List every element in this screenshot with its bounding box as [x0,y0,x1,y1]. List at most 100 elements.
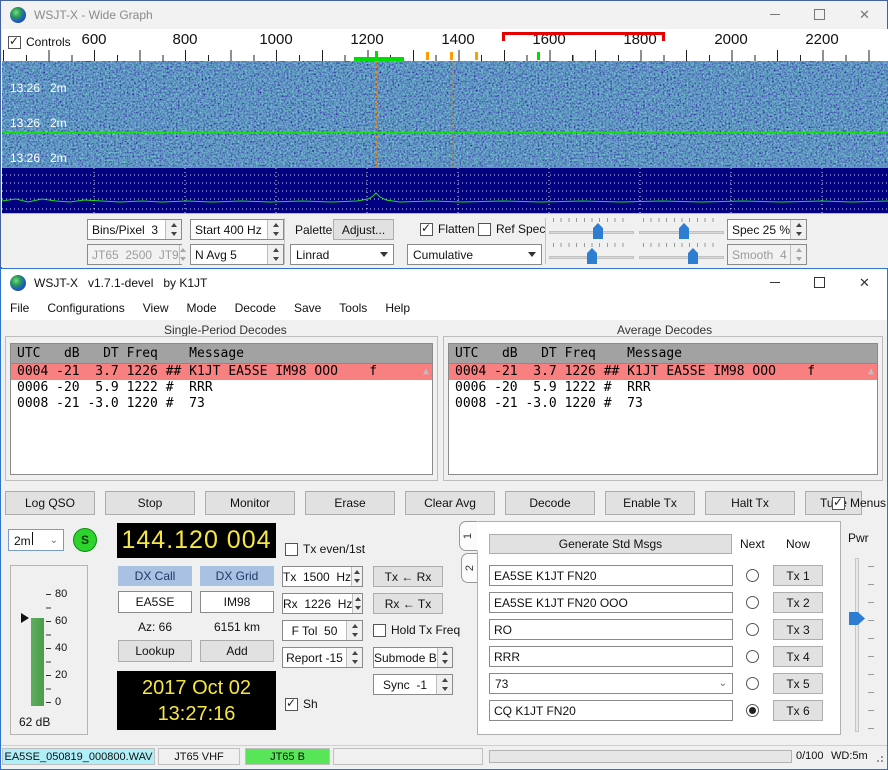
adjust-button[interactable]: Adjust... [333,219,394,240]
generate-std-msgs-button[interactable]: Generate Std Msgs [489,534,732,554]
gain-slider-1[interactable] [549,218,634,240]
menus-checkbox[interactable]: Menus [832,496,886,510]
maximize-button[interactable] [797,269,842,296]
close-button[interactable]: ✕ [842,269,887,296]
sync-spinbox[interactable]: Sync -1 [373,674,453,695]
display-mode-combobox[interactable]: Cumulative [407,244,542,265]
enable-tx-button[interactable]: Enable Tx [605,491,695,515]
gain-slider-2[interactable] [549,243,634,265]
tx2-next-radio[interactable] [746,596,759,609]
tx2-message-field[interactable]: EA5SE K1JT FN20 OOO [489,592,733,613]
spin-arrows-icon[interactable] [165,220,181,239]
spin-arrows-icon[interactable] [352,594,362,613]
tx1-next-radio[interactable] [746,569,759,582]
rx-from-tx-button[interactable]: Rx ← Tx [373,593,443,614]
maximize-button[interactable] [797,1,842,28]
menu-save[interactable]: Save [285,297,330,319]
tx3-next-radio[interactable] [746,623,759,636]
hold-tx-freq-checkbox[interactable]: Hold Tx Freq [373,623,460,637]
spin-arrows-icon[interactable] [346,621,362,640]
tab-1[interactable]: 1 [459,521,478,551]
palette-combobox[interactable]: Linrad [290,244,394,265]
spin-arrows-icon[interactable] [351,567,362,586]
tx5-message-combobox[interactable]: 73 ⌄ [489,673,733,694]
scroll-up-icon[interactable]: ▲ [868,366,874,377]
clear-avg-button[interactable]: Clear Avg [405,491,495,515]
zero-slider-1[interactable] [639,218,724,240]
add-button[interactable]: Add [200,640,274,662]
report-spinbox[interactable]: Report -15 [282,647,363,668]
decode-button[interactable]: Decode [505,491,595,515]
waterfall[interactable]: 13:26 2m 13:26 2m 13:26 2m [2,61,888,168]
rx-freq-spinbox[interactable]: Rx 1226 Hz [282,593,363,614]
spin-arrows-icon[interactable] [437,648,452,667]
tx5-next-radio[interactable] [746,677,759,690]
menu-decode[interactable]: Decode [226,297,285,319]
tx4-message-field[interactable]: RRR [489,646,733,667]
slider-handle[interactable] [679,223,689,239]
stop-button[interactable]: Stop [105,491,195,515]
average-list[interactable]: UTC dB DT Freq Message 0004 -21 3.7 1226… [448,343,878,475]
band-combobox[interactable]: 2m ⌄ [8,529,64,551]
decode-row[interactable]: 0008 -21 -3.0 1220 # 73 [449,396,877,412]
frequency-scale[interactable]: Controls 600 800 1000 1200 1400 1600 180… [2,29,888,61]
n-avg-spinbox[interactable]: N Avg 5 [190,244,284,265]
tx1-now-button[interactable]: Tx 1 [773,565,823,586]
controls-checkbox[interactable]: Controls [8,35,71,49]
lookup-button[interactable]: Lookup [118,640,192,662]
bins-pixel-spinbox[interactable]: Bins/Pixel 3 [87,219,182,240]
slider-handle[interactable] [587,248,597,264]
spin-arrows-icon[interactable] [267,220,283,239]
sh-checkbox[interactable]: Sh [285,697,318,711]
spin-arrows-icon[interactable] [436,675,452,694]
tx6-now-button[interactable]: Tx 6 [773,700,823,721]
menu-file[interactable]: File [1,297,38,319]
spin-arrows-icon[interactable] [346,648,362,667]
halt-tx-button[interactable]: Halt Tx [705,491,795,515]
minimize-button[interactable] [752,269,797,296]
tx4-next-radio[interactable] [746,650,759,663]
dx-call-field[interactable]: EA5SE [118,591,192,613]
f-tol-spinbox[interactable]: F Tol 50 [282,620,363,641]
resize-grip[interactable] [874,753,884,763]
close-button[interactable]: ✕ [842,1,887,28]
tx-freq-spinbox[interactable]: Tx 1500 Hz [282,566,363,587]
tx6-next-radio[interactable] [746,704,759,717]
tx-from-rx-button[interactable]: Tx ← Rx [373,566,443,587]
menu-mode[interactable]: Mode [178,297,226,319]
start-hz-spinbox[interactable]: Start 400 Hz [190,219,284,240]
spin-arrows-icon[interactable] [790,220,806,239]
menu-help[interactable]: Help [376,297,419,319]
decode-row[interactable]: 0006 -20 5.9 1222 # RRR [11,380,432,396]
menu-configurations[interactable]: Configurations [38,297,133,319]
tx1-message-field[interactable]: EA5SE K1JT FN20 [489,565,733,586]
menu-tools[interactable]: Tools [330,297,376,319]
monitor-button[interactable]: Monitor [205,491,295,515]
submode-spinbox[interactable]: Submode B [373,647,453,668]
tx3-message-field[interactable]: RO [489,619,733,640]
slider-handle[interactable] [688,248,698,264]
single-period-list[interactable]: UTC dB DT Freq Message 0004 -21 3.7 1226… [10,343,433,475]
tx4-now-button[interactable]: Tx 4 [773,646,823,667]
flatten-checkbox[interactable]: Flatten [420,222,475,236]
tx5-now-button[interactable]: Tx 5 [773,673,823,694]
tx3-now-button[interactable]: Tx 3 [773,619,823,640]
minimize-button[interactable] [752,1,797,28]
scroll-up-icon[interactable]: ▲ [423,366,429,377]
menu-view[interactable]: View [134,297,178,319]
decode-row[interactable]: 0004 -21 3.7 1226 ## K1JT EA5SE IM98 OOO… [11,364,432,380]
erase-button[interactable]: Erase [305,491,395,515]
log-qso-button[interactable]: Log QSO [5,491,95,515]
slider-handle[interactable] [593,223,603,239]
decode-row[interactable]: 0008 -21 -3.0 1220 # 73 [11,396,432,412]
decode-row[interactable]: 0006 -20 5.9 1222 # RRR [449,380,877,396]
decode-row[interactable]: 0004 -21 3.7 1226 ## K1JT EA5SE IM98 OOO… [449,364,877,380]
spin-arrows-icon[interactable] [267,245,283,264]
spec-percent-spinbox[interactable]: Spec 25 % [727,219,807,240]
ref-spec-checkbox[interactable]: Ref Spec [478,222,545,236]
tx2-now-button[interactable]: Tx 2 [773,592,823,613]
zero-slider-2[interactable] [639,243,724,265]
tx-even-checkbox[interactable]: Tx even/1st [285,542,365,556]
dx-grid-field[interactable]: IM98 [200,591,274,613]
pwr-slider-track[interactable] [855,558,859,732]
